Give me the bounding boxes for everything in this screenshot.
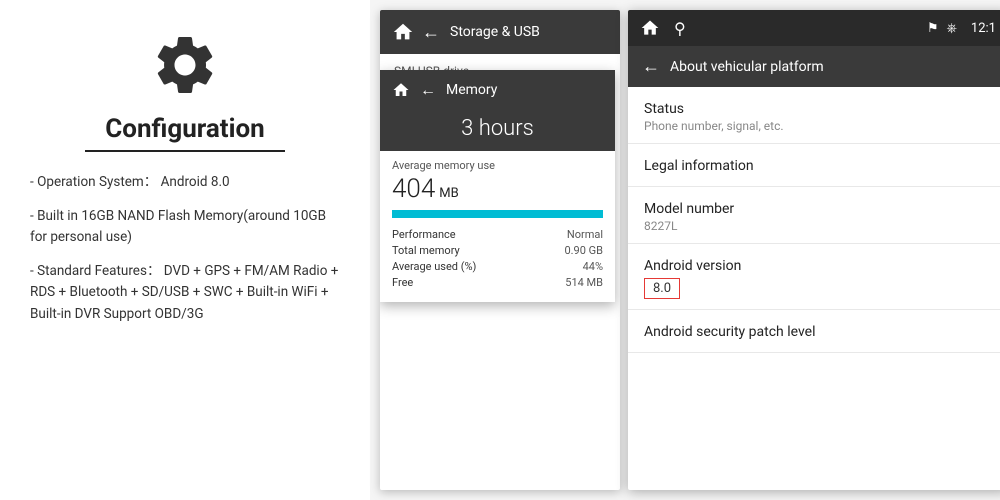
memory-bar <box>392 210 603 218</box>
topbar: ⚲ ⚑ ⎈ 12:1 <box>628 10 1000 46</box>
security-title: Android security patch level <box>644 324 992 340</box>
about-row-legal[interactable]: Legal information <box>628 144 1000 187</box>
status-title: Status <box>644 101 992 117</box>
home-icon-small <box>392 81 410 99</box>
about-row-model[interactable]: Model number 8227L <box>628 187 1000 244</box>
memory-hours: 3 hours <box>380 110 615 151</box>
about-row-android[interactable]: Android version 8.0 <box>628 244 1000 310</box>
about-header: ← About vehicular platform <box>628 46 1000 87</box>
memory-num: 404 <box>392 174 435 204</box>
model-num: 8227L <box>644 219 992 233</box>
config-list: - Operation System： Android 8.0 - Built … <box>30 172 340 338</box>
storage-header-title: Storage & USB <box>450 24 540 40</box>
bluetooth-icon: ⎈ <box>947 21 957 36</box>
list-item: - Operation System： Android 8.0 <box>30 172 340 194</box>
home-icon <box>392 21 414 43</box>
about-header-title: About vehicular platform <box>670 59 824 75</box>
memory-overlay: ← Memory 3 hours Average memory use 404 … <box>380 70 615 302</box>
stat-label: Average used (%) <box>392 260 476 273</box>
list-item: - Standard Features： DVD + GPS + FM/AM R… <box>30 261 340 326</box>
stat-row: Average used (%) 44% <box>392 260 603 273</box>
model-title: Model number <box>644 201 992 217</box>
memory-unit: MB <box>439 186 458 201</box>
about-content: Status Phone number, signal, etc. Legal … <box>628 87 1000 353</box>
topbar-status-icons: ⚑ ⎈ <box>927 21 957 36</box>
storage-header: ← Storage & USB <box>380 10 620 54</box>
avg-memory-label: Average memory use <box>380 151 615 174</box>
stat-label: Performance <box>392 228 456 241</box>
topbar-time: 12:1 <box>971 21 996 36</box>
location-icon: ⚑ <box>927 21 939 36</box>
stat-label: Free <box>392 276 413 289</box>
back-arrow[interactable]: ← <box>422 22 440 43</box>
stat-row: Total memory 0.90 GB <box>392 244 603 257</box>
android-version-badge: 8.0 <box>644 278 680 299</box>
android-title: Android version <box>644 258 992 274</box>
memory-back-arrow[interactable]: ← <box>420 80 436 100</box>
stat-row: Performance Normal <box>392 228 603 241</box>
about-back-arrow[interactable]: ← <box>642 56 660 77</box>
memory-title: Memory <box>446 82 497 98</box>
memory-header: ← Memory <box>380 70 615 110</box>
topbar-home-icon <box>640 18 660 38</box>
memory-mb: 404 MB <box>380 174 615 210</box>
stat-label: Total memory <box>392 244 460 257</box>
gear-icon <box>150 30 220 104</box>
memory-stats: Performance Normal Total memory 0.90 GB … <box>380 228 615 302</box>
stat-row: Free 514 MB <box>392 276 603 289</box>
page-title: Configuration <box>105 114 264 144</box>
about-row-security[interactable]: Android security patch level <box>628 310 1000 353</box>
stat-value: Normal <box>567 228 603 241</box>
title-divider <box>85 150 285 152</box>
topbar-usb-icon: ⚲ <box>674 19 686 38</box>
list-item: - Built in 16GB NAND Flash Memory(around… <box>30 206 340 249</box>
stat-value: 44% <box>583 260 603 273</box>
legal-title: Legal information <box>644 158 992 174</box>
about-row-status[interactable]: Status Phone number, signal, etc. <box>628 87 1000 144</box>
about-panel: ⚲ ⚑ ⎈ 12:1 ← About vehicular platform St… <box>628 10 1000 490</box>
stat-value: 0.90 GB <box>564 244 603 257</box>
android-version-num: 8.0 <box>653 281 671 296</box>
status-sub: Phone number, signal, etc. <box>644 119 992 133</box>
storage-panel: ← Storage & USB SMI USB drive Device sto… <box>380 10 620 490</box>
stat-value: 514 MB <box>565 276 603 289</box>
left-panel: Configuration - Operation System： Androi… <box>0 0 370 500</box>
